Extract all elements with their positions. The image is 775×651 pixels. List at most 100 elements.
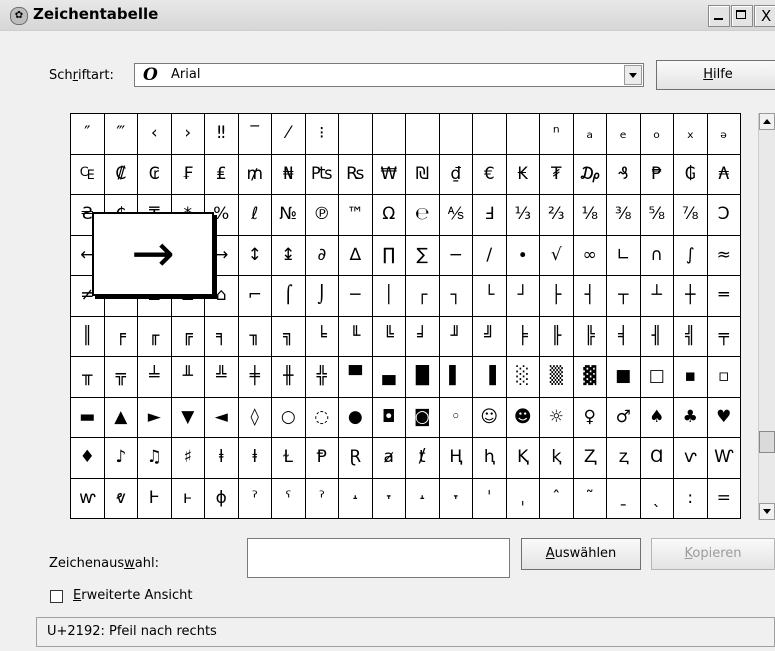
char-cell[interactable]: ∏: [372, 235, 406, 276]
char-cell[interactable]: ▀: [339, 357, 373, 398]
extended-view-label[interactable]: Erweiterte Ansicht: [73, 588, 192, 603]
char-cell[interactable]: ™: [339, 195, 373, 236]
char-cell[interactable]: ‾: [238, 114, 272, 155]
char-cell[interactable]: │: [372, 276, 406, 317]
char-cell[interactable]: ⁝: [305, 114, 339, 155]
char-cell[interactable]: ▼: [171, 397, 205, 438]
scroll-thumb[interactable]: [759, 431, 775, 453]
char-cell[interactable]: ₣: [171, 154, 205, 195]
char-cell[interactable]: ″: [71, 114, 105, 155]
char-cell[interactable]: ║: [71, 316, 105, 357]
char-cell[interactable]: ╘: [305, 316, 339, 357]
char-cell[interactable]: ⁿ: [540, 114, 574, 155]
char-cell[interactable]: ▌: [439, 357, 473, 398]
char-cell[interactable]: ⱳ: [71, 478, 105, 519]
char-cell[interactable]: ℓ: [238, 195, 272, 236]
char-cell[interactable]: ∞: [573, 235, 607, 276]
char-cell[interactable]: ▪: [674, 357, 708, 398]
char-cell[interactable]: √: [540, 235, 574, 276]
char-cell[interactable]: ₰: [607, 154, 641, 195]
char-cell[interactable]: ⱴ: [104, 478, 138, 519]
char-cell[interactable]: ┬: [607, 276, 641, 317]
char-cell[interactable]: ●: [339, 397, 373, 438]
char-cell[interactable]: ◌: [305, 397, 339, 438]
char-cell[interactable]: ▄: [372, 357, 406, 398]
char-cell[interactable]: ╙: [339, 316, 373, 357]
char-cell[interactable]: ⅔: [540, 195, 574, 236]
char-cell[interactable]: ╡: [607, 316, 641, 357]
char-cell[interactable]: ┤: [573, 276, 607, 317]
char-cell[interactable]: ▲: [104, 397, 138, 438]
char-cell[interactable]: ╒: [104, 316, 138, 357]
char-cell[interactable]: ▬: [71, 397, 105, 438]
char-cell[interactable]: ∟: [607, 235, 641, 276]
char-cell[interactable]: ╟: [540, 316, 574, 357]
char-cell[interactable]: ₢: [138, 154, 172, 195]
char-cell[interactable]: ─: [339, 276, 373, 317]
char-cell[interactable]: ╞: [506, 316, 540, 357]
char-cell[interactable]: ╥: [71, 357, 105, 398]
char-cell[interactable]: ▒: [540, 357, 574, 398]
char-cell[interactable]: ♀: [573, 397, 607, 438]
char-cell[interactable]: ‹: [138, 114, 172, 155]
minimize-button[interactable]: [708, 5, 730, 27]
char-cell[interactable]: ╔: [171, 316, 205, 357]
chevron-down-icon[interactable]: [624, 65, 642, 85]
char-cell[interactable]: Ω: [372, 195, 406, 236]
char-cell[interactable]: ˈ: [473, 478, 507, 519]
char-cell[interactable]: Ⱨ: [439, 438, 473, 479]
char-cell[interactable]: Ⱪ: [506, 438, 540, 479]
char-cell[interactable]: ┴: [640, 276, 674, 317]
char-cell[interactable]: ╣: [674, 316, 708, 357]
char-cell[interactable]: ╢: [640, 316, 674, 357]
char-cell[interactable]: ◄: [205, 397, 239, 438]
char-cell[interactable]: ›: [171, 114, 205, 155]
char-cell[interactable]: ∂: [305, 235, 339, 276]
char-cell[interactable]: [339, 114, 373, 155]
char-cell[interactable]: ₭: [506, 154, 540, 195]
char-cell[interactable]: [506, 114, 540, 155]
char-cell[interactable]: ₯: [573, 154, 607, 195]
char-cell[interactable]: Ↄ: [707, 195, 741, 236]
char-cell[interactable]: ♥: [707, 397, 741, 438]
char-cell[interactable]: ⅞: [674, 195, 708, 236]
char-cell[interactable]: ℗: [305, 195, 339, 236]
char-cell[interactable]: ≈: [707, 235, 741, 276]
char-cell[interactable]: ♣: [674, 397, 708, 438]
char-cell[interactable]: ‼: [205, 114, 239, 155]
char-cell[interactable]: ╤: [707, 316, 741, 357]
char-cell[interactable]: ⱡ: [205, 438, 239, 479]
char-cell[interactable]: ˀ: [305, 478, 339, 519]
character-grid[interactable]: ″‴‹›‼‾⁄⁝ⁿₐₑₒₓₔ₠₡₢₣₤₥₦₧₨₩₪₫€₭₮₯₰₱₲₳₴₵₸*%ℓ…: [70, 113, 741, 519]
char-cell[interactable]: [473, 114, 507, 155]
char-cell[interactable]: ₮: [540, 154, 574, 195]
char-cell[interactable]: №: [272, 195, 306, 236]
char-cell[interactable]: −: [439, 235, 473, 276]
char-cell[interactable]: ♠: [640, 397, 674, 438]
char-cell[interactable]: ⱶ: [171, 478, 205, 519]
char-cell[interactable]: ♂: [607, 397, 641, 438]
char-cell[interactable]: ⅍: [439, 195, 473, 236]
vertical-scrollbar[interactable]: [758, 113, 775, 520]
char-cell[interactable]: ₥: [238, 154, 272, 195]
char-cell[interactable]: ╧: [138, 357, 172, 398]
char-cell[interactable]: └: [473, 276, 507, 317]
char-cell[interactable]: ₫: [439, 154, 473, 195]
char-cell[interactable]: ₠: [71, 154, 105, 195]
help-button[interactable]: Hilfe: [656, 60, 775, 90]
extended-view-checkbox[interactable]: [50, 590, 63, 603]
char-cell[interactable]: ═: [707, 276, 741, 317]
char-cell[interactable]: Ɽ: [339, 438, 373, 479]
char-cell[interactable]: ₨: [339, 154, 373, 195]
char-cell[interactable]: ₳: [707, 154, 741, 195]
char-cell[interactable]: ˔: [339, 478, 373, 519]
char-cell[interactable]: ˔: [406, 478, 440, 519]
char-cell[interactable]: ⱱ: [674, 438, 708, 479]
char-cell[interactable]: ₡: [104, 154, 138, 195]
char-cell[interactable]: ⱥ: [372, 438, 406, 479]
char-cell[interactable]: ╪: [238, 357, 272, 398]
char-cell[interactable]: ∕: [473, 235, 507, 276]
char-cell[interactable]: ⱦ: [406, 438, 440, 479]
char-cell[interactable]: ₧: [305, 154, 339, 195]
char-cell[interactable]: ₑ: [607, 114, 641, 155]
